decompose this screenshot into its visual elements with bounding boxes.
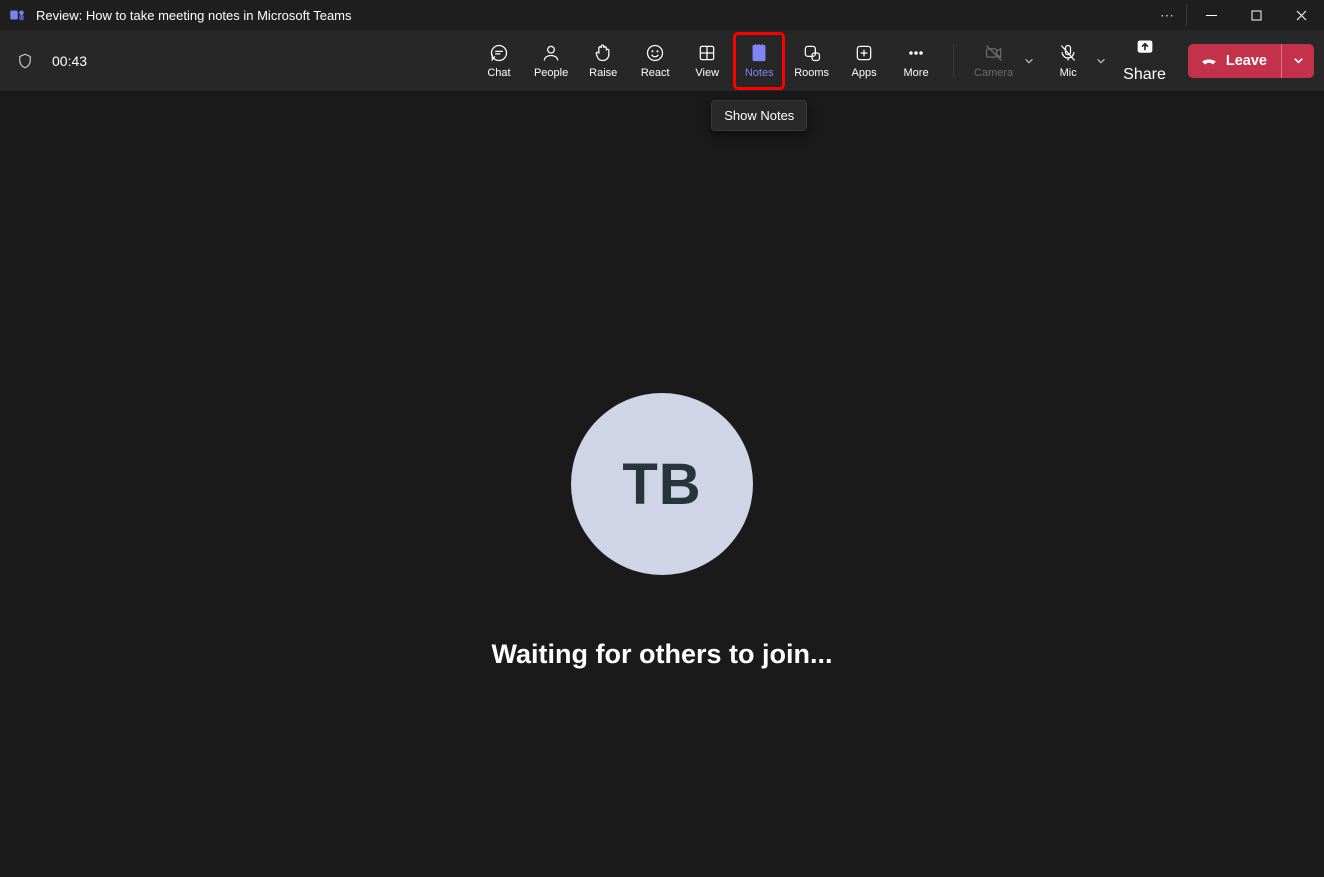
meeting-toolbar: 00:43 Chat People Raise React [0, 30, 1324, 91]
titlebar-more-button[interactable]: ⋯ [1149, 4, 1187, 26]
raise-hand-icon [593, 43, 613, 63]
apps-label: Apps [852, 67, 877, 79]
notes-icon [749, 43, 769, 63]
toolbar-main-group: Chat People Raise React View [476, 35, 1314, 87]
chat-button[interactable]: Chat [476, 35, 522, 87]
react-icon [645, 43, 665, 63]
apps-icon [854, 43, 874, 63]
view-icon [697, 43, 717, 63]
notes-tooltip: Show Notes [711, 100, 807, 131]
more-label: More [904, 67, 929, 79]
mic-options-button[interactable] [1091, 35, 1111, 87]
window-close-button[interactable] [1279, 0, 1324, 30]
titlebar: Review: How to take meeting notes in Mic… [0, 0, 1324, 30]
hangup-icon [1200, 52, 1218, 70]
mic-label: Mic [1060, 67, 1077, 79]
avatar-initials: TB [622, 451, 701, 518]
raise-label: Raise [589, 67, 617, 79]
rooms-button[interactable]: Rooms [788, 35, 835, 87]
view-button[interactable]: View [684, 35, 730, 87]
window-title: Review: How to take meeting notes in Mic… [36, 8, 1149, 23]
view-label: View [695, 67, 719, 79]
toolbar-separator [953, 44, 954, 78]
mic-button[interactable]: Mic [1045, 35, 1091, 87]
people-icon [541, 43, 561, 63]
react-button[interactable]: React [632, 35, 678, 87]
teams-app-icon [8, 6, 26, 24]
notes-button[interactable]: Notes [736, 35, 782, 87]
apps-button[interactable]: Apps [841, 35, 887, 87]
meeting-timer: 00:43 [52, 53, 87, 69]
leave-button[interactable]: Leave [1188, 44, 1282, 78]
leave-label: Leave [1226, 53, 1267, 69]
more-button[interactable]: More [893, 35, 939, 87]
rooms-label: Rooms [794, 67, 829, 79]
mic-off-icon [1058, 43, 1078, 63]
share-button[interactable]: Share [1117, 35, 1172, 87]
people-button[interactable]: People [528, 35, 574, 87]
rooms-icon [802, 43, 822, 63]
waiting-message: Waiting for others to join... [492, 639, 833, 670]
leave-button-group: Leave [1188, 44, 1314, 78]
camera-button[interactable]: Camera [968, 35, 1019, 87]
shield-icon[interactable] [16, 52, 34, 70]
share-label: Share [1123, 66, 1166, 84]
chat-icon [489, 43, 509, 63]
participant-avatar: TB [571, 393, 753, 575]
raise-hand-button[interactable]: Raise [580, 35, 626, 87]
meeting-stage: TB Waiting for others to join... [0, 91, 1324, 877]
notes-label: Notes [745, 67, 774, 79]
share-icon [1135, 37, 1155, 62]
window-minimize-button[interactable] [1189, 0, 1234, 30]
window-maximize-button[interactable] [1234, 0, 1279, 30]
more-icon [906, 43, 926, 63]
people-label: People [534, 67, 568, 79]
chat-label: Chat [487, 67, 510, 79]
camera-off-icon [984, 43, 1004, 63]
leave-options-button[interactable] [1282, 44, 1314, 78]
react-label: React [641, 67, 670, 79]
camera-label: Camera [974, 67, 1013, 79]
camera-options-button[interactable] [1019, 35, 1039, 87]
